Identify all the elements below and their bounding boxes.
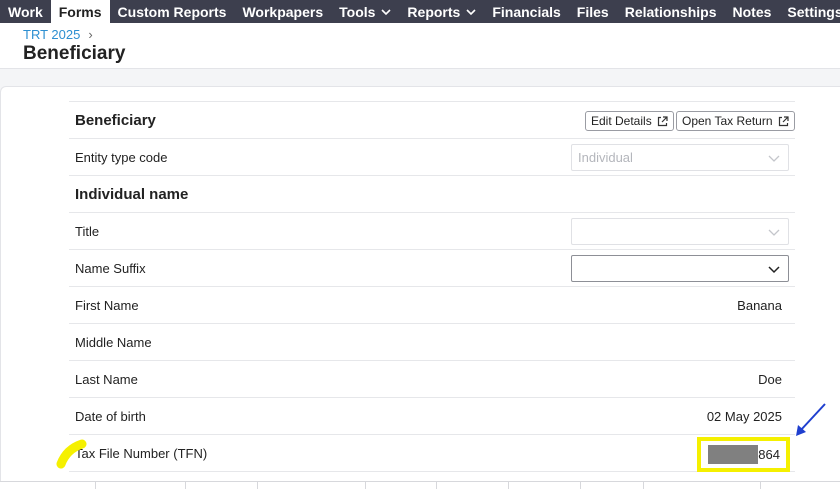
nav-workpapers-label: Workpapers [242,3,324,20]
tfn-value[interactable]: 864 [758,447,780,462]
page-header: TRT 2025 › Beneficiary [0,23,840,69]
top-navigation: Work Forms Custom Reports Workpapers Too… [0,0,840,23]
dob-label: Date of birth [75,408,146,424]
external-link-icon [657,115,668,126]
row-middle-name: Middle Name [69,323,795,360]
nav-custom-reports-label: Custom Reports [117,3,227,20]
entity-type-value: Individual [578,150,633,165]
row-title: Title [69,212,795,249]
chevron-down-icon [466,7,476,17]
dob-value[interactable]: 02 May 2025 [707,398,782,434]
page-title: Beneficiary [23,43,126,64]
nav-files[interactable]: Files [569,0,617,23]
nav-tools[interactable]: Tools [331,0,399,23]
entity-type-label: Entity type code [75,149,168,165]
nav-notes[interactable]: Notes [725,0,780,23]
chevron-down-icon [381,7,391,17]
yellow-highlight-mark-icon [56,439,87,469]
row-entity-type-code: Entity type code Individual [69,138,795,175]
title-label: Title [75,223,100,239]
row-tfn: Tax File Number (TFN) 864 [69,434,795,472]
nav-relationships-label: Relationships [624,3,717,20]
last-name-value[interactable]: Doe [758,361,782,397]
nav-tools-label: Tools [339,3,376,20]
blue-arrow-icon [796,403,826,436]
open-tax-return-label: Open Tax Return [682,114,773,128]
open-tax-return-button[interactable]: Open Tax Return [676,111,795,131]
beneficiary-form: Beneficiary Edit Details Open Tax Return… [69,101,795,472]
nav-custom-reports[interactable]: Custom Reports [110,0,235,23]
middle-name-label: Middle Name [75,334,152,350]
individual-name-title: Individual name [75,185,189,203]
row-last-name: Last Name Doe [69,360,795,397]
chevron-down-icon [768,229,780,236]
section-header-beneficiary: Beneficiary Edit Details Open Tax Return [69,101,795,138]
first-name-label: First Name [75,297,139,313]
nav-forms-label: Forms [58,3,102,20]
edit-details-label: Edit Details [591,114,652,128]
tfn-highlight-box: 864 [697,437,790,472]
name-suffix-select[interactable] [571,255,789,282]
nav-work-label: Work [8,3,43,20]
nav-reports[interactable]: Reports [399,0,484,23]
last-name-label: Last Name [75,371,138,387]
edit-details-button[interactable]: Edit Details [585,111,674,131]
tfn-redaction [708,445,759,464]
title-select[interactable] [571,218,789,245]
row-first-name: First Name Banana [69,286,795,323]
section-title: Beneficiary [75,111,156,129]
breadcrumb: TRT 2025 › [23,27,93,42]
chevron-down-icon [768,266,780,274]
nav-financials[interactable]: Financials [484,0,568,23]
entity-type-select[interactable]: Individual [571,144,789,171]
nav-notes-label: Notes [732,3,772,20]
section-header-individual-name: Individual name [69,175,795,212]
nav-relationships[interactable]: Relationships [617,0,725,23]
name-suffix-label: Name Suffix [75,260,146,276]
nav-files-label: Files [576,3,609,20]
external-link-icon [778,115,789,126]
chevron-down-icon [768,155,780,162]
nav-financials-label: Financials [492,3,561,20]
nav-reports-label: Reports [407,3,461,20]
breadcrumb-separator: › [88,27,93,42]
nav-settings[interactable]: Settings [779,0,840,23]
row-date-of-birth: Date of birth 02 May 2025 [69,397,795,434]
first-name-value[interactable]: Banana [737,287,782,323]
row-name-suffix: Name Suffix [69,249,795,286]
nav-settings-label: Settings [787,3,840,20]
breadcrumb-link-trt-2025[interactable]: TRT 2025 [23,27,80,42]
nav-forms[interactable]: Forms [50,0,110,23]
nav-work[interactable]: Work [0,0,51,23]
nav-workpapers[interactable]: Workpapers [234,0,331,23]
